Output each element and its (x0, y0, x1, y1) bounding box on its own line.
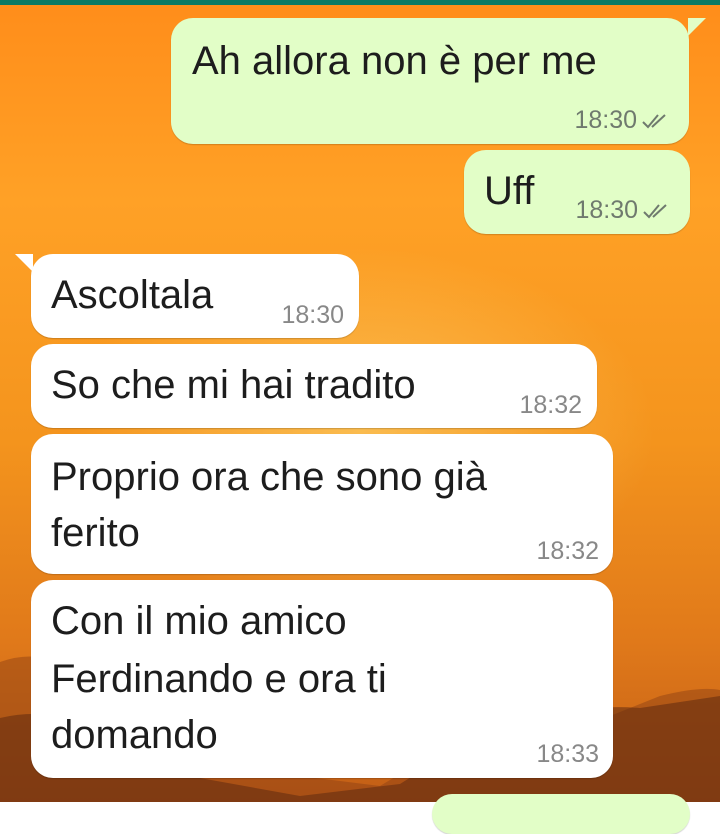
outgoing-message-bubble-partial[interactable] (432, 794, 690, 834)
message-text-line: ferito (51, 511, 140, 555)
message-time: 18:33 (536, 740, 599, 768)
incoming-message-bubble[interactable]: Con il mio amico Ferdinando e ora ti dom… (31, 580, 613, 778)
incoming-message-bubble[interactable]: So che mi hai tradito 18:32 (31, 344, 597, 428)
incoming-bubble-tail (15, 254, 33, 272)
app-bar-edge (0, 0, 720, 5)
message-text-line: Ferdinando e ora ti (51, 657, 387, 701)
message-text-line: Proprio ora che sono già (51, 455, 487, 499)
message-meta: 18:30 (574, 106, 669, 135)
message-time: 18:30 (281, 301, 344, 329)
incoming-message-bubble[interactable]: Ascoltala 18:30 (31, 254, 359, 338)
message-text-line: domando (51, 713, 218, 757)
outgoing-message-bubble[interactable]: Uff 18:30 (464, 150, 690, 234)
message-meta: 18:30 (575, 196, 670, 225)
message-text: Ascoltala (51, 273, 214, 317)
message-time: 18:32 (536, 537, 599, 565)
incoming-message-bubble[interactable]: Proprio ora che sono già ferito 18:32 (31, 434, 613, 574)
double-check-icon (642, 113, 666, 128)
outgoing-bubble-tail (688, 18, 706, 36)
message-text-line: Con il mio amico (51, 599, 347, 643)
message-text: Uff (484, 169, 535, 213)
message-time: 18:30 (575, 196, 638, 224)
double-check-icon (643, 203, 667, 218)
message-text: Ah allora non è per me (192, 39, 597, 83)
outgoing-message-bubble[interactable]: Ah allora non è per me 18:30 (171, 18, 689, 144)
message-text: So che mi hai tradito (51, 363, 416, 407)
message-time: 18:32 (519, 391, 582, 419)
message-time: 18:30 (574, 106, 637, 134)
